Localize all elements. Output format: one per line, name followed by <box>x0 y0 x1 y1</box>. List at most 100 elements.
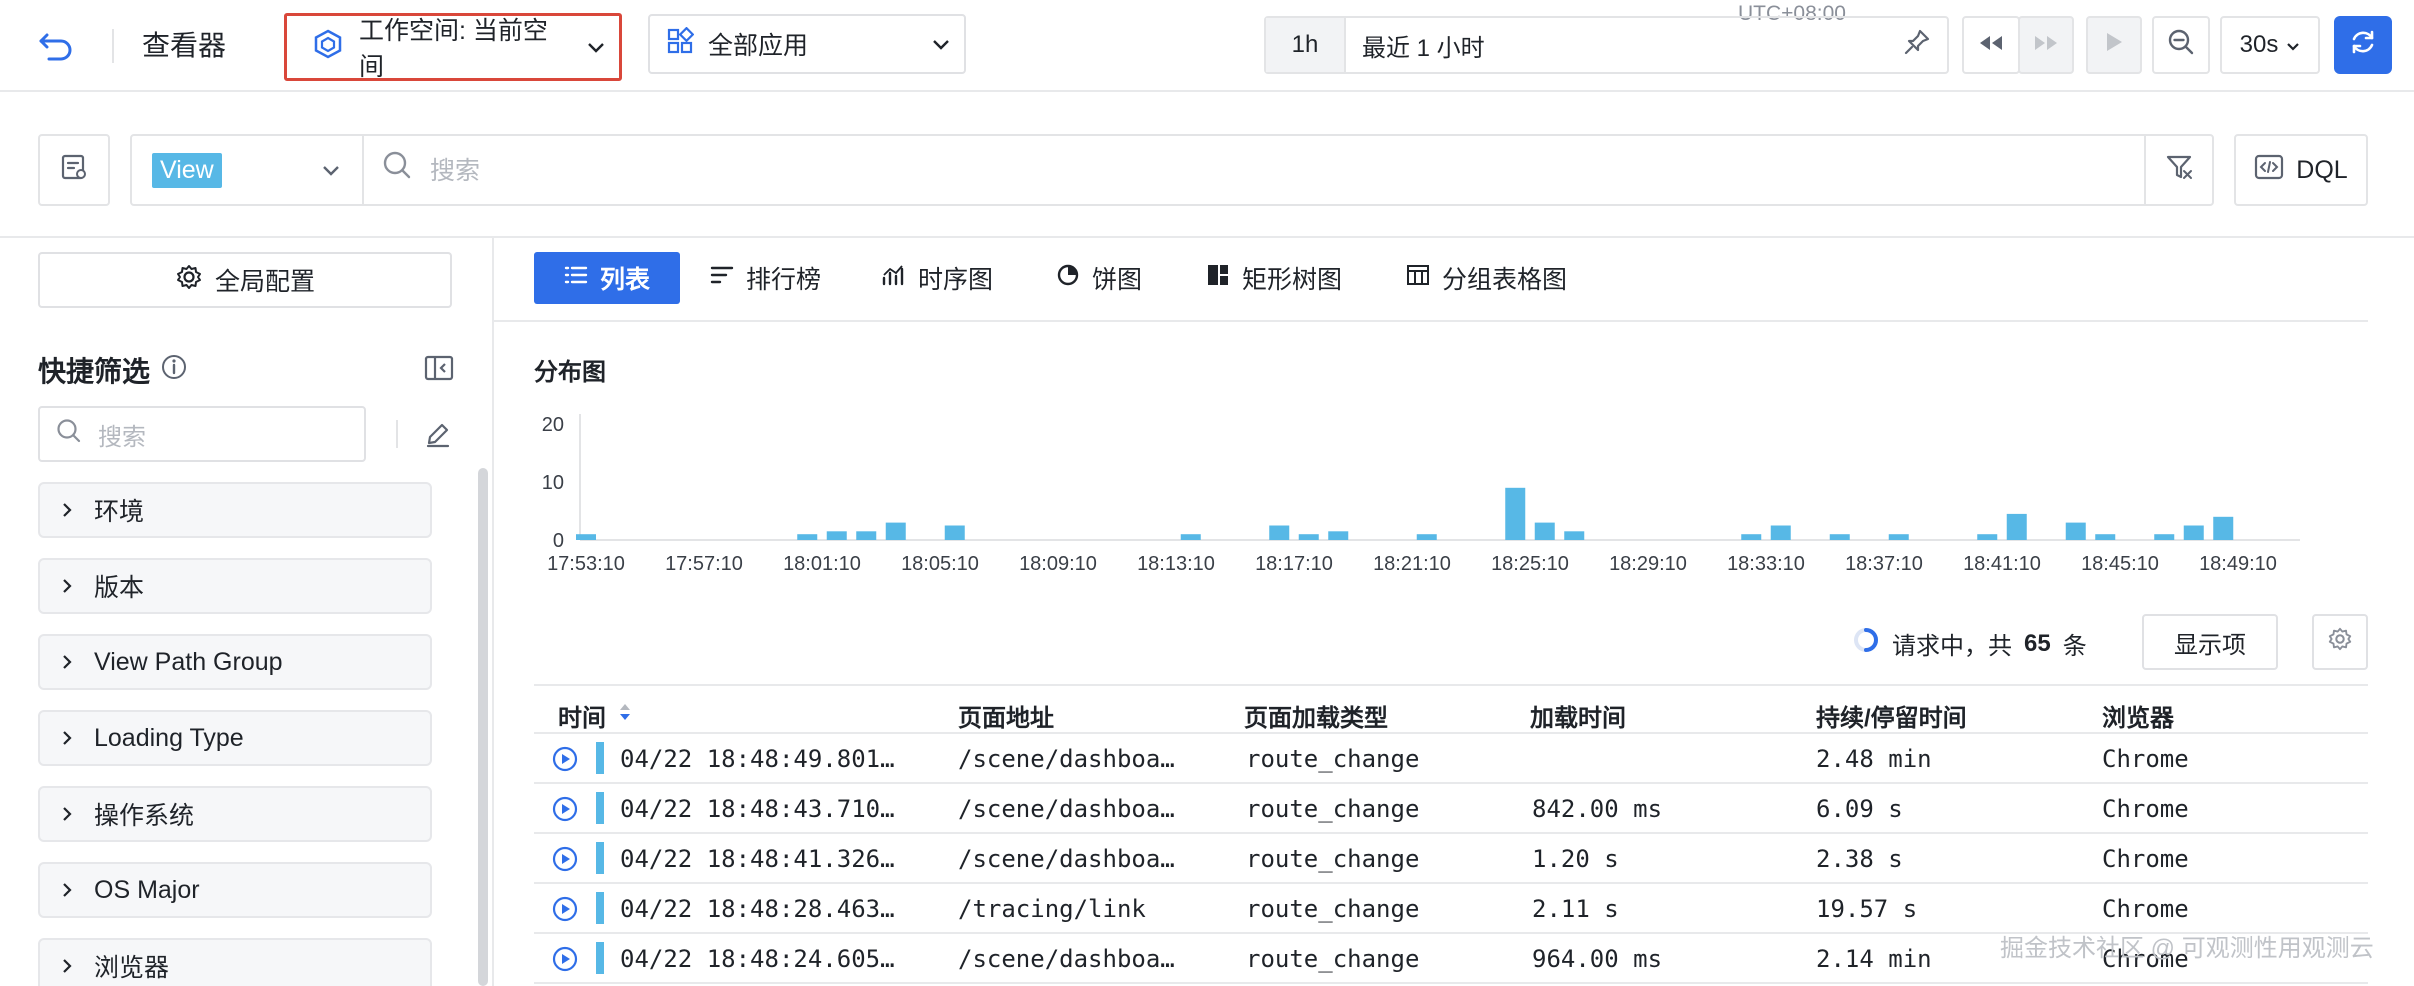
search-input[interactable]: 搜索 <box>382 150 480 187</box>
filter-button[interactable] <box>2144 136 2214 204</box>
code-icon <box>2254 153 2284 188</box>
x-tick-label: 18:09:10 <box>1019 553 1097 575</box>
column-browser[interactable]: 浏览器 <box>2102 698 2174 733</box>
column-header-label: 时间 <box>558 705 606 732</box>
filter-group-view-path-group[interactable]: View Path Group <box>38 634 432 690</box>
x-tick-label: 17:57:10 <box>665 553 743 575</box>
apps-grid-icon <box>666 26 695 62</box>
time-range-text[interactable]: 最近 1 小时 <box>1346 28 1485 63</box>
zoom-out-icon <box>2167 28 2195 63</box>
workspace-selector[interactable]: 工作空间: 当前空间 <box>284 13 622 81</box>
quick-filter-search-input[interactable]: 搜索 <box>38 406 366 462</box>
table-settings-button[interactable] <box>2312 614 2368 670</box>
sidebar-scrollbar[interactable] <box>478 468 488 986</box>
refresh-button[interactable] <box>2334 16 2392 74</box>
cell-duration: 2.14 min <box>1816 945 1932 973</box>
x-tick-label: 18:41:10 <box>1963 553 2041 575</box>
filter-group-label: Loading Type <box>94 723 244 752</box>
rewind-icon <box>1977 31 2005 59</box>
chart-bar <box>2213 516 2234 540</box>
play-button[interactable] <box>2086 16 2142 74</box>
cell-browser: Chrome <box>2102 845 2189 873</box>
app-selector[interactable]: 全部应用 <box>648 14 966 74</box>
collapse-sidebar-icon[interactable] <box>424 354 454 389</box>
search-bar: View 搜索 <box>130 134 2214 206</box>
cell-time: 04/22 18:48:41.326… <box>620 845 895 873</box>
chart-bar <box>1505 487 1526 540</box>
filter-group-loading-type[interactable]: Loading Type <box>38 710 432 766</box>
tab-label: 列表 <box>600 266 651 294</box>
table-row[interactable]: 04/22 18:48:43.710… /scene/dashboa… rout… <box>534 784 2368 834</box>
cell-path: /scene/dashboa… <box>958 945 1175 973</box>
edit-icon[interactable] <box>424 420 452 455</box>
quick-filter-label: 快捷筛选 <box>38 356 151 387</box>
tab-grouped-table[interactable]: 分组表格图 <box>1406 252 1567 304</box>
x-tick-label: 18:21:10 <box>1373 553 1451 575</box>
filter-group-browser[interactable]: 浏览器 <box>38 938 432 986</box>
filter-group-version[interactable]: 版本 <box>38 558 432 614</box>
refresh-interval-selector[interactable]: 30s <box>2220 16 2320 74</box>
quick-filter-search-placeholder: 搜索 <box>98 423 146 451</box>
chart-bar <box>797 534 818 540</box>
tab-list[interactable]: 列表 <box>534 252 681 304</box>
divider <box>492 236 494 986</box>
saved-views-button[interactable] <box>38 134 110 206</box>
play-icon[interactable] <box>552 746 578 779</box>
chevron-right-icon <box>62 572 72 601</box>
tab-treemap[interactable]: 矩形树图 <box>1206 252 1342 304</box>
tab-pie[interactable]: 饼图 <box>1056 252 1142 304</box>
data-source-tag: View <box>152 152 222 188</box>
tab-ranking[interactable]: 排行榜 <box>710 252 821 304</box>
pin-icon[interactable] <box>1903 28 1931 63</box>
info-icon[interactable] <box>160 353 188 388</box>
data-source-selector[interactable]: View <box>132 136 364 204</box>
display-columns-button[interactable]: 显示项 <box>2142 614 2278 670</box>
dql-label: DQL <box>2296 155 2348 184</box>
time-preset[interactable]: 1h <box>1266 18 1346 72</box>
chart-bar <box>1829 534 1850 540</box>
divider <box>112 29 114 63</box>
filter-group-os-major[interactable]: OS Major <box>38 862 432 918</box>
table-row[interactable]: 04/22 18:48:49.801… /scene/dashboa… rout… <box>534 734 2368 784</box>
chart-bar <box>576 534 596 540</box>
table-row[interactable]: 04/22 18:48:41.326… /scene/dashboa… rout… <box>534 834 2368 884</box>
back-icon[interactable] <box>36 26 76 66</box>
divider <box>0 236 2414 238</box>
filter-group-label: OS Major <box>94 875 200 904</box>
fast-forward-button[interactable] <box>2018 16 2074 74</box>
workspace-icon <box>313 29 343 66</box>
cell-type: route_change <box>1246 745 1420 773</box>
dql-button[interactable]: DQL <box>2234 134 2368 206</box>
play-icon[interactable] <box>552 796 578 829</box>
cell-browser: Chrome <box>2102 745 2189 773</box>
rewind-button[interactable] <box>1962 16 2020 74</box>
cell-path: /scene/dashboa… <box>958 795 1175 823</box>
time-range-picker[interactable]: 1h 最近 1 小时 <box>1264 16 1949 74</box>
table-row[interactable]: 04/22 18:48:28.463… /tracing/link route_… <box>534 884 2368 934</box>
column-load-type[interactable]: 页面加载类型 <box>1244 698 1388 733</box>
column-time[interactable]: 时间 <box>558 698 632 733</box>
play-icon[interactable] <box>552 846 578 879</box>
cell-time: 04/22 18:48:49.801… <box>620 745 895 773</box>
cell-load: 964.00 ms <box>1532 945 1663 973</box>
column-page-url[interactable]: 页面地址 <box>958 698 1054 733</box>
global-config-button[interactable]: 全局配置 <box>38 252 452 308</box>
watermark: 掘金技术社区 @ 可观测性用观测云 <box>2000 935 2374 962</box>
chart-bar <box>1416 534 1437 540</box>
workspace-label: 工作空间: 当前空间 <box>359 17 548 81</box>
x-tick-label: 18:13:10 <box>1137 553 1215 575</box>
row-status-bar <box>596 942 604 974</box>
zoom-out-button[interactable] <box>2152 16 2210 74</box>
play-icon[interactable] <box>552 896 578 929</box>
tab-label: 时序图 <box>918 266 994 294</box>
column-load-time[interactable]: 加载时间 <box>1530 698 1626 733</box>
filter-group-environment[interactable]: 环境 <box>38 482 432 538</box>
tab-timeseries[interactable]: 时序图 <box>882 252 993 304</box>
filter-group-os[interactable]: 操作系统 <box>38 786 432 842</box>
cell-path: /tracing/link <box>958 895 1146 923</box>
play-icon[interactable] <box>552 946 578 979</box>
play-icon <box>2104 31 2124 60</box>
column-duration[interactable]: 持续/停留时间 <box>1816 698 1967 733</box>
sort-icon[interactable] <box>618 701 632 730</box>
chart-bar <box>1328 531 1349 540</box>
